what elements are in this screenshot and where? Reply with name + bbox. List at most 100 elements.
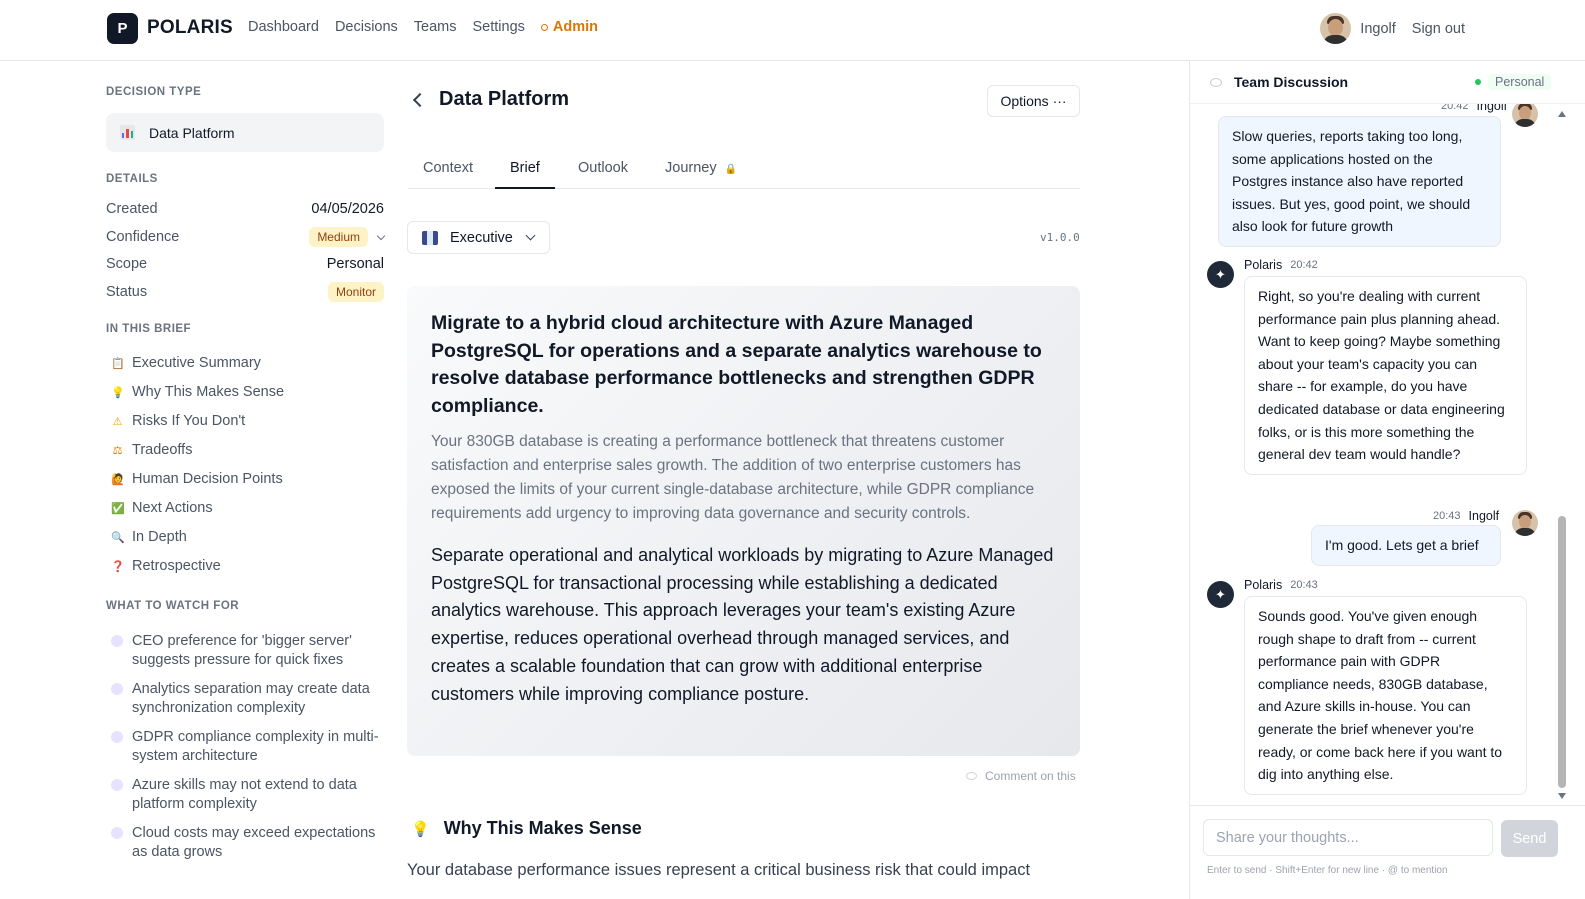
- watch-item: CEO preference for 'bigger server' sugge…: [111, 632, 381, 670]
- message-time: 20:42: [1290, 259, 1318, 271]
- tab-journey[interactable]: Journey 🔒: [665, 160, 737, 189]
- message-meta: 20:42 Ingolf: [1433, 104, 1507, 113]
- detail-label: Confidence: [106, 229, 180, 245]
- watch-item-text: CEO preference for 'bigger server' sugge…: [132, 633, 352, 668]
- options-button[interactable]: Options ···: [987, 85, 1080, 117]
- tab-context[interactable]: Context: [423, 160, 473, 189]
- back-chevron-icon[interactable]: [412, 92, 428, 107]
- bullet-icon: [111, 635, 123, 647]
- detail-confidence: Confidence Medium: [106, 227, 386, 247]
- chat-header: Team Discussion Personal: [1190, 61, 1585, 104]
- composer-hint: Enter to send · Shift+Enter for new line…: [1207, 865, 1448, 876]
- scroll-up-arrow-icon[interactable]: [1558, 111, 1566, 117]
- brief-link-label: Next Actions: [132, 500, 213, 516]
- confidence-select[interactable]: Medium: [309, 227, 386, 247]
- message-time: 20:43: [1290, 579, 1318, 591]
- watch-item-text: Azure skills may not extend to data plat…: [132, 777, 357, 812]
- brief-link-label: Tradeoffs: [132, 442, 193, 458]
- nav-settings[interactable]: Settings: [473, 19, 525, 35]
- detail-scope: Scope Personal: [106, 256, 384, 272]
- brief-link-next-actions[interactable]: ✅ Next Actions: [111, 500, 213, 516]
- chat-scrollbar[interactable]: [1556, 106, 1567, 806]
- brand-name[interactable]: POLARIS: [147, 17, 233, 39]
- brief-tabs: Context Brief Outlook Journey 🔒: [408, 148, 1080, 189]
- summary-context: Your 830GB database is creating a perfor…: [431, 433, 1035, 522]
- detail-value: 04/05/2026: [311, 201, 384, 217]
- user-message-bubble: I'm good. Lets get a brief: [1311, 525, 1501, 566]
- send-button[interactable]: Send: [1501, 820, 1558, 857]
- brief-link-retrospective[interactable]: ❓ Retrospective: [111, 558, 221, 574]
- nav-admin-label: Admin: [552, 19, 599, 35]
- brief-link-in-depth[interactable]: 🔍 In Depth: [111, 529, 187, 545]
- clipboard-icon: 📋: [111, 357, 125, 370]
- polaris-avatar-icon: ✦: [1207, 261, 1234, 288]
- magnifier-icon: 🔍: [111, 531, 125, 544]
- brief-link-why-this-makes-sense[interactable]: 💡 Why This Makes Sense: [111, 384, 284, 400]
- message-author: Polaris: [1244, 258, 1283, 272]
- confidence-badge: Medium: [309, 227, 368, 247]
- view-select[interactable]: Executive: [407, 221, 550, 254]
- brief-link-label: In Depth: [132, 529, 187, 545]
- comment-link[interactable]: Comment on this: [966, 769, 1076, 783]
- watch-item: GDPR compliance complexity in multi-syst…: [111, 728, 381, 766]
- sign-out-link[interactable]: Sign out: [1412, 21, 1465, 37]
- lock-icon: 🔒: [724, 164, 738, 175]
- brief-link-label: Risks If You Don't: [132, 413, 246, 429]
- summary-recommendation: Separate operational and analytical work…: [431, 545, 1054, 704]
- lightbulb-icon: 💡: [111, 386, 125, 399]
- message-meta: Polaris 20:42: [1244, 258, 1326, 272]
- raised-hand-icon: 🙋: [111, 473, 125, 486]
- brief-link-tradeoffs[interactable]: ⚖ Tradeoffs: [111, 442, 193, 458]
- bot-message-bubble: Sounds good. You've given enough rough s…: [1244, 596, 1527, 795]
- nav-admin[interactable]: Admin: [540, 19, 599, 35]
- chat-message-input[interactable]: [1203, 819, 1493, 856]
- brief-link-human-decision-points[interactable]: 🙋 Human Decision Points: [111, 471, 283, 487]
- tab-outlook[interactable]: Outlook: [578, 160, 628, 189]
- detail-value: Personal: [326, 256, 384, 272]
- brief-link-label: Human Decision Points: [132, 471, 283, 487]
- detail-label: Status: [106, 284, 148, 300]
- message-meta: 20:43 Ingolf: [1425, 509, 1499, 523]
- detail-label: Created: [106, 201, 158, 217]
- summary-headline: Migrate to a hybrid cloud architecture w…: [431, 312, 1042, 417]
- message-author: Ingolf: [1476, 104, 1508, 113]
- user-avatar[interactable]: [1320, 13, 1352, 44]
- watch-item-text: Analytics separation may create data syn…: [132, 681, 370, 716]
- message-author: Polaris: [1244, 578, 1283, 592]
- section-heading-text: Why This Makes Sense: [443, 818, 642, 838]
- warning-icon: ⚠: [112, 415, 123, 428]
- nav-decisions[interactable]: Decisions: [335, 19, 398, 35]
- view-select-label: Executive: [450, 229, 513, 246]
- detail-status: Status Monitor: [106, 282, 384, 302]
- bullet-icon: [111, 731, 123, 743]
- scale-icon: ⚖: [112, 444, 123, 457]
- message-author: Ingolf: [1468, 509, 1500, 523]
- nav-dashboard[interactable]: Dashboard: [248, 19, 319, 35]
- question-icon: ❓: [111, 560, 125, 573]
- online-dot-icon: [1475, 79, 1481, 85]
- in-this-brief-heading: IN THIS BRIEF: [106, 323, 192, 335]
- watch-item: Cloud costs may exceed expectations as d…: [111, 824, 381, 862]
- polaris-avatar-icon: ✦: [1207, 581, 1234, 608]
- scroll-thumb[interactable]: [1558, 516, 1566, 788]
- logo-icon[interactable]: P: [107, 13, 138, 44]
- what-to-watch-heading: WHAT TO WATCH FOR: [106, 600, 240, 612]
- chat-composer: Send Enter to send · Shift+Enter for new…: [1190, 805, 1585, 899]
- watch-item-text: GDPR compliance complexity in multi-syst…: [132, 729, 379, 764]
- nav-teams[interactable]: Teams: [414, 19, 457, 35]
- user-message-bubble: Slow queries, reports taking too long, s…: [1218, 116, 1501, 247]
- message-time: 20:43: [1433, 510, 1461, 522]
- message-time: 20:42: [1441, 104, 1469, 112]
- user-name[interactable]: Ingolf: [1360, 21, 1395, 37]
- scroll-down-arrow-icon[interactable]: [1558, 793, 1566, 799]
- executive-icon: [422, 230, 438, 245]
- decision-type-card[interactable]: Data Platform: [106, 113, 384, 152]
- detail-label: Scope: [106, 256, 148, 272]
- status-badge: Monitor: [327, 282, 384, 302]
- team-discussion-panel: Team Discussion Personal 20:42 Ingolf Sl…: [1189, 61, 1585, 899]
- brief-link-risks[interactable]: ⚠ Risks If You Don't: [111, 413, 246, 429]
- brief-link-label: Executive Summary: [132, 355, 261, 371]
- brief-link-executive-summary[interactable]: 📋 Executive Summary: [111, 355, 261, 371]
- tab-brief[interactable]: Brief: [495, 160, 555, 189]
- page-title-text: Data Platform: [439, 88, 570, 110]
